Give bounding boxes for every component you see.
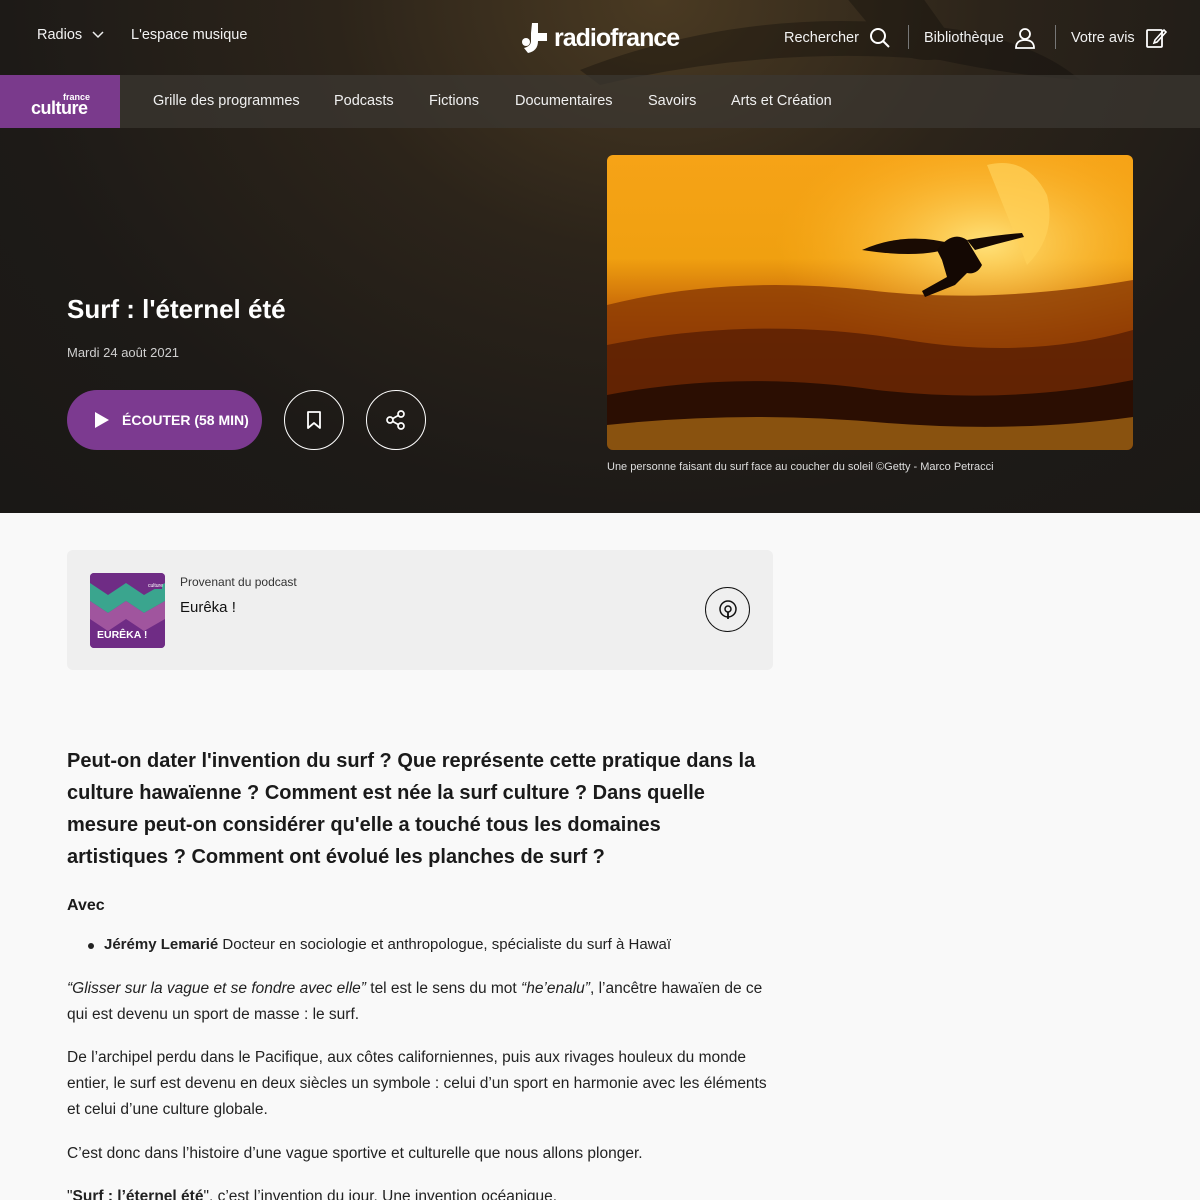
episode-date: Mardi 24 août 2021 [67,345,180,360]
episode-title: Surf : l'éternel été [67,294,286,324]
guest-name[interactable]: Jérémy Lemarié [104,936,218,953]
nav-savoirs[interactable]: Savoirs [648,93,696,109]
hero: Radios L'espace musique radiofrance Rech… [0,0,1200,513]
play-icon [95,412,109,428]
nav-podcasts[interactable]: Podcasts [334,93,394,109]
divider [908,25,909,49]
espace-musique-link[interactable]: L'espace musique [131,27,247,43]
guest-description: Docteur en sociologie et anthropologue, … [222,936,672,953]
podcast-icon [718,599,737,619]
paragraph-2: De l’archipel perdu dans le Pacifique, a… [67,1049,767,1118]
nav-grille[interactable]: Grille des programmes [153,93,300,109]
paragraph-3: C’est donc dans l’histoire d’une vague s… [67,1145,643,1162]
station-nav: france culture Grille des programmes Pod… [0,75,1200,128]
eureka-cover-art: culture EURÊKA ! [90,573,165,648]
guests-heading: Avec [67,897,105,914]
podcast-open-button[interactable] [705,587,750,632]
surfer-sunset-image [607,155,1133,450]
podcast-from-label: Provenant du podcast [180,575,297,589]
episode-image [607,155,1133,450]
nav-arts-creation[interactable]: Arts et Création [731,93,832,109]
user-icon [1014,28,1035,49]
share-button[interactable] [366,390,426,450]
chevron-down-icon [92,31,104,39]
paragraph-1: “Glisser sur la vague et se fondre avec … [67,980,763,1023]
nav-documentaires[interactable]: Documentaires [515,93,613,109]
listen-label: ÉCOUTER (58 MIN) [122,412,249,428]
feedback-button[interactable]: Votre avis [1071,27,1167,49]
guest-item: Jérémy Lemarié Docteur en sociologie et … [88,936,671,953]
article-lead: Peut-on dater l'invention du surf ? Que … [67,750,756,868]
radiofrance-logo-icon [522,23,547,53]
radios-label: Radios [37,27,83,43]
bookmark-icon [307,411,321,429]
cover-title-text: EURÊKA ! [97,628,147,641]
edit-note-icon [1145,28,1167,48]
divider [1055,25,1056,49]
france-culture-logo[interactable]: france culture [0,75,120,128]
radios-menu[interactable]: Radios [37,27,104,43]
image-caption: Une personne faisant du surf face au cou… [607,461,994,473]
logo-text: radiofrance [554,23,680,52]
cover-brand-text: culture [148,583,163,589]
nav-fictions[interactable]: Fictions [429,93,479,109]
listen-button[interactable]: ÉCOUTER (58 MIN) [67,390,262,450]
podcast-name[interactable]: Eurêka ! [180,599,236,616]
search-icon [869,28,890,48]
bookmark-button[interactable] [284,390,344,450]
podcast-thumbnail[interactable]: culture EURÊKA ! [90,573,165,648]
search-button[interactable]: Rechercher [784,27,891,49]
paragraph-4: "Surf : l’éternel été", c’est l’inventio… [67,1188,558,1200]
bullet [88,943,94,949]
radiofrance-logo[interactable]: radiofrance [520,20,680,56]
library-button[interactable]: Bibliothèque [924,27,1036,49]
podcast-card[interactable]: culture EURÊKA ! Provenant du podcast Eu… [67,550,773,670]
share-icon [386,410,405,430]
top-bar: Radios L'espace musique radiofrance Rech… [0,0,1200,75]
